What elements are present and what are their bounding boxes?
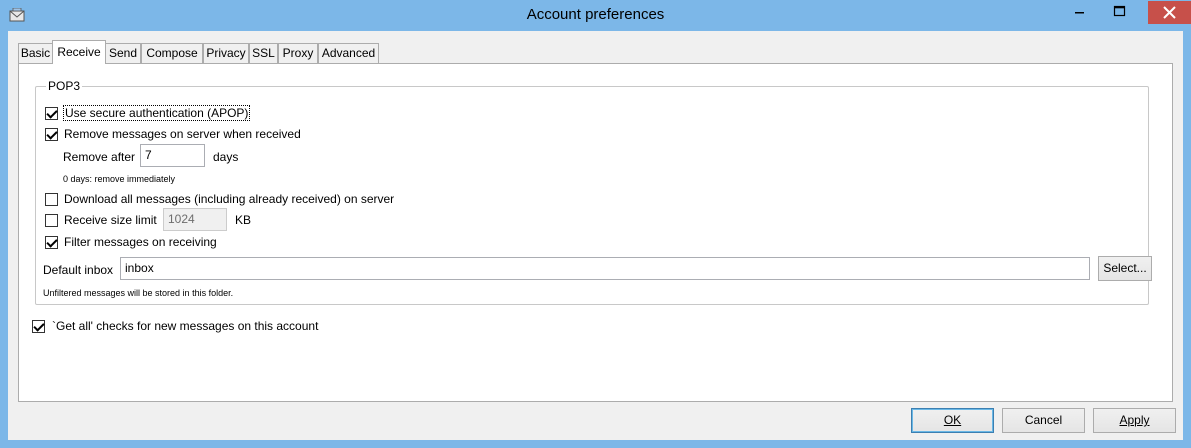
tab-receive[interactable]: Receive <box>52 40 106 64</box>
tab-send[interactable]: Send <box>105 43 141 63</box>
tab-advanced[interactable]: Advanced <box>318 43 379 63</box>
receive-tab-panel: POP3 Use secure authentication (APOP) Re… <box>18 63 1173 402</box>
tab-compose[interactable]: Compose <box>141 43 203 63</box>
download-all-label[interactable]: Download all messages (including already… <box>64 192 394 206</box>
remove-on-server-checkbox[interactable] <box>45 128 58 141</box>
ok-button-label: OK <box>943 413 962 427</box>
pop3-group: POP3 Use secure authentication (APOP) Re… <box>35 79 1152 305</box>
default-inbox-input[interactable]: inbox <box>120 257 1090 280</box>
tab-privacy[interactable]: Privacy <box>203 43 249 63</box>
download-all-checkbox[interactable] <box>45 193 58 206</box>
remove-on-server-label[interactable]: Remove messages on server when received <box>64 127 301 141</box>
apply-button[interactable]: Apply <box>1093 408 1176 433</box>
remove-after-label: Remove after <box>63 150 136 164</box>
remove-after-days-input[interactable]: 7 <box>140 144 205 167</box>
size-limit-checkbox[interactable] <box>45 214 58 227</box>
window-title: Account preferences <box>526 6 665 23</box>
cancel-button[interactable]: Cancel <box>1002 408 1085 433</box>
filter-on-receive-checkbox[interactable] <box>45 236 58 249</box>
maximize-button[interactable] <box>1106 1 1133 23</box>
get-all-checkbox[interactable] <box>32 320 45 333</box>
tab-basic[interactable]: Basic <box>18 43 53 63</box>
get-all-label[interactable]: `Get all' checks for new messages on thi… <box>52 319 318 333</box>
remove-after-unit: days <box>213 150 239 164</box>
default-inbox-hint: Unfiltered messages will be stored in th… <box>43 288 234 298</box>
title-bar[interactable]: Account preferences <box>0 0 1191 31</box>
ok-button[interactable]: OK <box>911 408 994 433</box>
maximize-icon <box>1113 5 1126 17</box>
tab-proxy[interactable]: Proxy <box>278 43 318 63</box>
size-limit-input[interactable]: 1024 <box>163 208 227 231</box>
dialog-client-area: Basic Receive Send Compose Privacy SSL P… <box>8 31 1183 440</box>
minimize-icon <box>1075 12 1084 14</box>
size-limit-unit: KB <box>235 213 252 227</box>
minimize-button[interactable] <box>1066 1 1093 23</box>
pop3-group-legend: POP3 <box>46 79 83 93</box>
use-apop-label[interactable]: Use secure authentication (APOP) <box>62 105 251 121</box>
remove-after-hint: 0 days: remove immediately <box>63 174 176 184</box>
account-preferences-window: Account preferences Basic Receive Send C… <box>0 0 1191 448</box>
use-apop-checkbox[interactable] <box>45 107 58 120</box>
close-button[interactable] <box>1148 1 1191 24</box>
default-inbox-label: Default inbox <box>43 263 114 277</box>
apply-button-label: Apply <box>1119 413 1150 427</box>
select-inbox-button[interactable]: Select... <box>1098 256 1152 281</box>
tab-ssl[interactable]: SSL <box>249 43 278 63</box>
close-icon <box>1163 6 1176 19</box>
size-limit-label[interactable]: Receive size limit <box>64 213 157 227</box>
filter-on-receive-label[interactable]: Filter messages on receiving <box>64 235 217 249</box>
